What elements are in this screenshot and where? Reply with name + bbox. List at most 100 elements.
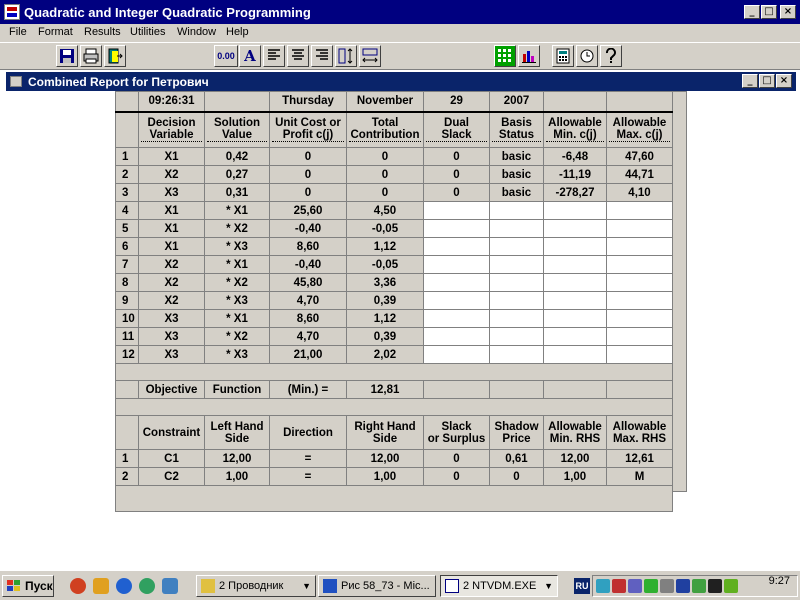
table-cell: X2 <box>138 291 205 310</box>
tools-icon[interactable] <box>93 578 109 594</box>
app-icon[interactable] <box>4 4 20 20</box>
menu-window[interactable]: Window <box>177 26 216 38</box>
table-cell: 8,60 <box>269 309 347 328</box>
decimal-format-icon[interactable]: 0.00 <box>214 45 238 67</box>
table-cell: 4,50 <box>346 201 424 220</box>
menu-help[interactable]: Help <box>226 26 249 38</box>
time-cell: 09:26:31 <box>138 91 205 113</box>
table-row: 4 X1 * X1 25,60 4,50 <box>115 201 673 220</box>
system-tray <box>592 575 798 597</box>
calculator-icon[interactable] <box>552 45 574 67</box>
language-indicator[interactable]: RU <box>574 578 590 594</box>
table-cell: 2,02 <box>346 345 424 364</box>
menu-results[interactable]: Results <box>84 26 121 38</box>
display-icon[interactable] <box>708 579 722 593</box>
table-row: 11 X3 * X2 4,70 0,39 <box>115 327 673 346</box>
table-cell: X3 <box>138 345 205 364</box>
table-cell: * X3 <box>204 237 270 256</box>
report-window-icon[interactable] <box>10 76 22 87</box>
table-cell: 0,39 <box>346 291 424 310</box>
save-icon[interactable] <box>56 45 78 67</box>
internet-explorer-icon[interactable] <box>116 578 132 594</box>
table-cell <box>543 237 607 256</box>
table-cell <box>423 291 490 310</box>
player-icon[interactable] <box>676 579 690 593</box>
table-cell <box>543 219 607 238</box>
row-number: 6 <box>115 237 139 256</box>
table-cell: 44,71 <box>606 165 673 184</box>
table-cell: 0,42 <box>204 147 270 166</box>
month-cell: November <box>346 91 424 113</box>
print-icon[interactable] <box>80 45 102 67</box>
close-button[interactable]: × <box>780 5 796 19</box>
column-header-0: Decision Variable <box>138 111 205 148</box>
table-cell: * X1 <box>204 201 270 220</box>
align-center-icon[interactable] <box>287 45 309 67</box>
constraint-column-header-6: Allowable Min. RHS <box>543 415 607 450</box>
menu-format[interactable]: Format <box>38 26 73 38</box>
function-label: Function <box>204 380 270 399</box>
menu-utilities[interactable]: Utilities <box>130 26 165 38</box>
constraint-column-header-4: Slack or Surplus <box>423 415 490 450</box>
bar-chart-icon[interactable] <box>518 45 540 67</box>
settings-icon[interactable] <box>660 579 674 593</box>
toolbar: 0.00 A <box>0 42 800 70</box>
table-cell <box>543 291 607 310</box>
task-word[interactable]: Рис 58_73 - Mic... <box>318 575 436 597</box>
app-title: Quadratic and Integer Quadratic Programm… <box>24 5 311 20</box>
menu-file[interactable]: File <box>9 26 27 38</box>
table-cell: * X3 <box>204 345 270 364</box>
maximize-button[interactable]: □ <box>761 5 777 19</box>
report-maximize-button[interactable]: □ <box>759 74 775 88</box>
volume-icon[interactable] <box>628 579 642 593</box>
constraint-column-header-0: Constraint <box>138 415 205 450</box>
day-cell: 29 <box>423 91 490 113</box>
table-cell: basic <box>489 147 544 166</box>
report-minimize-button[interactable]: _ <box>742 74 758 88</box>
table-cell <box>606 327 673 346</box>
objective-row: Objective Function (Min.) = 12,81 <box>115 380 673 399</box>
report-close-button[interactable]: × <box>776 74 792 88</box>
update-icon[interactable] <box>644 579 658 593</box>
footer-spacer-row <box>115 485 673 512</box>
show-desktop-icon[interactable] <box>162 578 178 594</box>
constraint-row: 1 C1 12,00 = 12,00 0 0,61 12,00 12,61 <box>115 449 673 468</box>
help-icon[interactable] <box>600 45 622 67</box>
font-icon[interactable]: A <box>239 45 261 67</box>
network-icon[interactable] <box>596 579 610 593</box>
table-cell: X2 <box>138 255 205 274</box>
grid-view-icon[interactable] <box>494 45 516 67</box>
media-player-icon[interactable] <box>139 578 155 594</box>
row-number: 12 <box>115 345 139 364</box>
table-cell: 0 <box>489 467 544 486</box>
exit-icon[interactable] <box>104 45 126 67</box>
table-cell: -0,05 <box>346 255 424 274</box>
align-right-icon[interactable] <box>311 45 333 67</box>
graphics-icon[interactable] <box>724 579 738 593</box>
table-cell <box>489 201 544 220</box>
row-height-icon[interactable] <box>335 45 357 67</box>
table-cell: 0 <box>346 147 424 166</box>
table-row: 5 X1 * X2 -0,40 -0,05 <box>115 219 673 238</box>
table-cell: * X1 <box>204 309 270 328</box>
align-left-icon[interactable] <box>263 45 285 67</box>
clock-icon[interactable] <box>576 45 598 67</box>
table-cell: X1 <box>138 201 205 220</box>
column-width-icon[interactable] <box>359 45 381 67</box>
table-cell: -6,48 <box>543 147 607 166</box>
table-cell: 25,60 <box>269 201 347 220</box>
table-cell: 21,00 <box>269 345 347 364</box>
table-cell: 3,36 <box>346 273 424 292</box>
printer-icon[interactable] <box>692 579 706 593</box>
row-number: 10 <box>115 309 139 328</box>
table-cell: C1 <box>138 449 205 468</box>
dos-window-icon <box>445 579 459 593</box>
start-button[interactable]: Пуск <box>2 575 54 597</box>
task-explorer[interactable]: 2 Проводник ▼ <box>196 575 316 597</box>
task-ntvdm[interactable]: 2 NTVDM.EXE ▼ <box>440 575 558 597</box>
antivirus-icon[interactable] <box>612 579 626 593</box>
table-cell: X3 <box>138 183 205 202</box>
minimize-button[interactable]: _ <box>744 5 760 19</box>
opera-icon[interactable] <box>70 578 86 594</box>
year-cell: 2007 <box>489 91 544 113</box>
